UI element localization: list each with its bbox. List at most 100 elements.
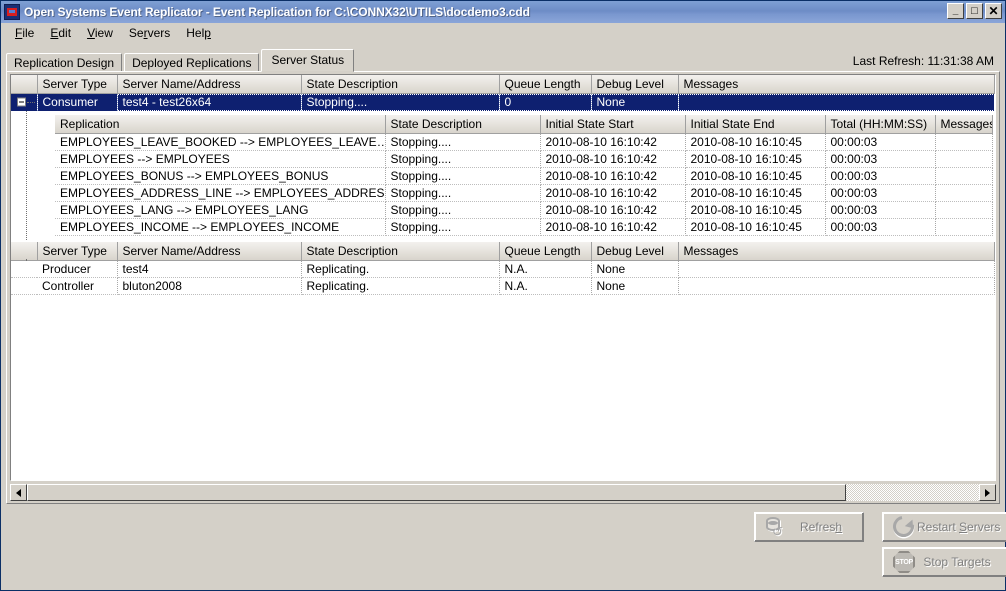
cell-initial-state-end: 2010-08-10 16:10:45 [685, 201, 825, 218]
column-header-debug-level[interactable]: Debug Level [591, 75, 678, 94]
menu-item-edit[interactable]: Edit [42, 24, 79, 42]
cell-initial-state-start: 2010-08-10 16:10:42 [540, 167, 685, 184]
stop-targets-button-label: Stop Targets [917, 555, 1006, 569]
cell-initial-state-end: 2010-08-10 16:10:45 [685, 218, 825, 235]
cell-total: 00:00:03 [825, 133, 935, 150]
column-header-queue-length-2[interactable]: Queue Length [499, 242, 591, 261]
cell-initial-state-end: 2010-08-10 16:10:45 [685, 184, 825, 201]
table-row[interactable]: Consumer test4 - test26x64 Stopping.... … [11, 94, 995, 111]
collapse-icon[interactable] [17, 98, 26, 107]
menu-item-view-rest: iew [95, 26, 113, 40]
cell-debug-level: None [591, 260, 678, 277]
menu-item-edit-rest: dit [58, 26, 71, 40]
menu-item-view[interactable]: View [79, 24, 121, 42]
scroll-left-arrow-icon[interactable] [10, 484, 27, 501]
column-header-server-type-2[interactable]: Server Type [37, 242, 117, 261]
row-expander-cell[interactable] [11, 94, 37, 111]
column-header-initial-state-start[interactable]: Initial State Start [540, 115, 685, 134]
tab-replication-design[interactable]: Replication Design [6, 53, 122, 72]
cell-messages [678, 277, 995, 294]
column-header-repl-messages[interactable]: Messages [935, 115, 993, 134]
menu-item-servers-rest: vers [148, 26, 171, 40]
close-button[interactable]: ✕ [985, 3, 1002, 19]
column-header-state-description-2[interactable]: State Description [301, 242, 499, 261]
app-icon [4, 4, 20, 20]
cell-total: 00:00:03 [825, 201, 935, 218]
menu-bar: File Edit View Servers Help [1, 23, 1005, 44]
restart-servers-button[interactable]: Restart Servers [882, 512, 1006, 542]
cell-state-description: Stopping.... [385, 218, 540, 235]
table-row[interactable]: EMPLOYEES_LEAVE_BOOKED --> EMPLOYEES_LEA… [55, 133, 993, 150]
table-row[interactable]: Controller bluton2008 Replicating. N.A. … [11, 277, 995, 294]
cell-state-description: Replicating. [301, 260, 499, 277]
menu-item-servers[interactable]: Servers [121, 24, 178, 42]
column-header-server-type[interactable]: Server Type [37, 75, 117, 94]
cell-messages [935, 133, 993, 150]
refresh-button[interactable]: ↺ Refresh [754, 512, 864, 542]
stop-targets-button[interactable]: STOP Stop Targets [882, 547, 1006, 577]
cell-server-name: bluton2008 [117, 277, 301, 294]
cell-initial-state-start: 2010-08-10 16:10:42 [540, 150, 685, 167]
replication-grid-header-row: Replication State Description Initial St… [55, 115, 993, 134]
cell-messages [935, 218, 993, 235]
table-row[interactable]: EMPLOYEES_INCOME --> EMPLOYEES_INCOME St… [55, 218, 993, 235]
column-header-queue-length[interactable]: Queue Length [499, 75, 591, 94]
cell-queue-length: 0 [499, 94, 591, 111]
column-header-total[interactable]: Total (HH:MM:SS) [825, 115, 935, 134]
maximize-button[interactable]: □ [966, 3, 983, 19]
column-header-state-description[interactable]: State Description [301, 75, 499, 94]
horizontal-scrollbar[interactable] [10, 484, 996, 501]
application-window: Open Systems Event Replicator - Event Re… [0, 0, 1006, 591]
cell-state-description: Stopping.... [385, 201, 540, 218]
cell-total: 00:00:03 [825, 150, 935, 167]
replication-grid-holder: Replication State Description Initial St… [55, 115, 993, 236]
last-refresh-label: Last Refresh: 11:31:38 AM [853, 54, 1000, 72]
menu-item-help[interactable]: Help [178, 24, 219, 42]
server-grid-corner [11, 75, 37, 94]
tab-server-status[interactable]: Server Status [261, 49, 354, 72]
cell-server-type: Controller [37, 277, 117, 294]
cell-queue-length: N.A. [499, 260, 591, 277]
scrollbar-track[interactable] [27, 484, 979, 501]
replication-detail-block: Replication State Description Initial St… [11, 111, 995, 240]
cell-server-name: test4 - test26x64 [117, 94, 301, 111]
table-row[interactable]: EMPLOYEES_ADDRESS_LINE --> EMPLOYEES_ADD… [55, 184, 993, 201]
minimize-button[interactable]: _ [947, 3, 964, 19]
cell-total: 00:00:03 [825, 184, 935, 201]
stop-sign-icon: STOP [891, 549, 917, 575]
scrollbar-thumb[interactable] [27, 484, 846, 501]
cell-messages [935, 184, 993, 201]
column-header-replication[interactable]: Replication [55, 115, 385, 134]
column-header-initial-state-end[interactable]: Initial State End [685, 115, 825, 134]
row-tree-cell [11, 260, 37, 277]
cell-initial-state-start: 2010-08-10 16:10:42 [540, 133, 685, 150]
cell-queue-length: N.A. [499, 277, 591, 294]
scroll-right-arrow-icon[interactable] [979, 484, 996, 501]
cell-messages [678, 260, 995, 277]
server-status-panel: Server Type Server Name/Address State De… [6, 71, 1000, 504]
table-row[interactable]: Producer test4 Replicating. N.A. None [11, 260, 995, 277]
column-header-messages-2[interactable]: Messages [678, 242, 995, 261]
close-icon: ✕ [986, 4, 1001, 18]
cell-state-description: Replicating. [301, 277, 499, 294]
other-servers-header-row: Server Type Server Name/Address State De… [11, 242, 995, 261]
column-header-messages[interactable]: Messages [678, 75, 995, 94]
cell-replication: EMPLOYEES_BONUS --> EMPLOYEES_BONUS [55, 167, 385, 184]
menu-item-file[interactable]: File [7, 24, 42, 42]
column-header-repl-state-description[interactable]: State Description [385, 115, 540, 134]
table-row[interactable]: EMPLOYEES --> EMPLOYEES Stopping.... 201… [55, 150, 993, 167]
cell-messages [935, 201, 993, 218]
replication-grid: Replication State Description Initial St… [55, 115, 993, 236]
column-header-server-name[interactable]: Server Name/Address [117, 75, 301, 94]
grid-surface: Server Type Server Name/Address State De… [10, 74, 996, 481]
column-header-server-name-2[interactable]: Server Name/Address [117, 242, 301, 261]
table-row[interactable]: EMPLOYEES_BONUS --> EMPLOYEES_BONUS Stop… [55, 167, 993, 184]
client-area: Replication Design Deployed Replications… [1, 44, 1005, 590]
circular-arrow-icon [891, 514, 917, 540]
cell-initial-state-start: 2010-08-10 16:10:42 [540, 218, 685, 235]
tab-strip: Replication Design Deployed Replications… [6, 48, 1000, 72]
tab-deployed-replications[interactable]: Deployed Replications [124, 53, 259, 72]
table-row[interactable]: EMPLOYEES_LANG --> EMPLOYEES_LANG Stoppi… [55, 201, 993, 218]
cell-replication: EMPLOYEES_INCOME --> EMPLOYEES_INCOME [55, 218, 385, 235]
column-header-debug-level-2[interactable]: Debug Level [591, 242, 678, 261]
